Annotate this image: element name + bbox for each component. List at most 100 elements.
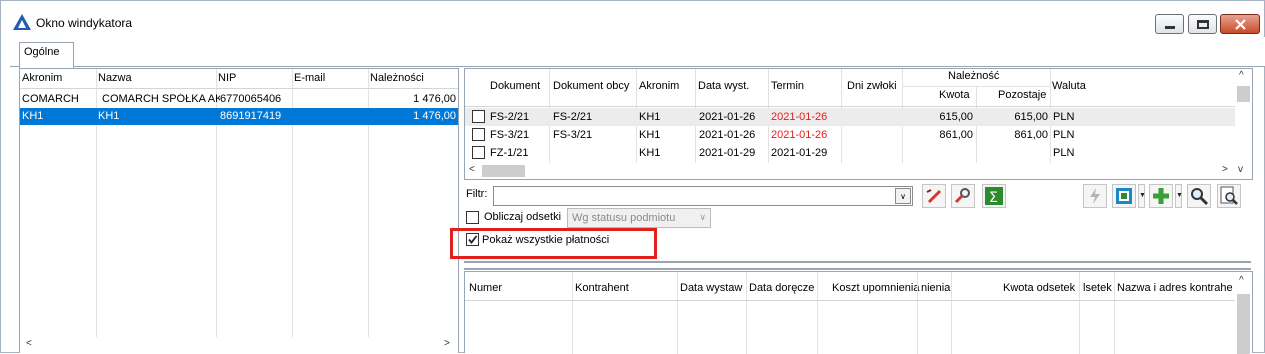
- table-row[interactable]: FS-2/21 FS-2/21 KH1 2021-01-26 2021-01-2…: [465, 108, 1235, 126]
- clear-filter-button[interactable]: [922, 184, 946, 208]
- table-row[interactable]: COMARCH COMARCH SPÓŁKA AKC 6770065406 1 …: [20, 90, 458, 107]
- minimize-button[interactable]: [1155, 14, 1184, 34]
- column-header-waluta[interactable]: Waluta: [1052, 80, 1086, 92]
- filter-label: Filtr:: [466, 188, 488, 200]
- cell-akronim: KH1: [639, 111, 661, 123]
- cell-data-wyst: 2021-01-26: [699, 111, 756, 123]
- cell-dokument-obcy: FS-3/21: [553, 129, 593, 141]
- lightning-button[interactable]: [1083, 184, 1107, 208]
- column-header-naleznosc[interactable]: Należność: [948, 70, 999, 82]
- cell-nazwa: COMARCH SPÓŁKA AKC: [102, 93, 220, 105]
- cell-kwota: 861,00: [939, 129, 973, 141]
- row-checkbox[interactable]: [472, 110, 485, 123]
- scroll-down-icon[interactable]: v: [1238, 164, 1243, 175]
- clear-filter-icon: [926, 189, 942, 204]
- cell-akronim: COMARCH: [22, 93, 79, 105]
- filter-builder-button[interactable]: [951, 184, 975, 208]
- scroll-left-icon[interactable]: <: [26, 338, 32, 349]
- scroll-left-icon[interactable]: <: [469, 164, 475, 175]
- column-header-akronim[interactable]: Akronim: [639, 80, 679, 92]
- table-row-selected[interactable]: KH1 KH1 8691917419 1 476,00: [20, 108, 458, 125]
- lightning-icon: [1090, 188, 1100, 204]
- preview-icon: [1220, 186, 1238, 205]
- horizontal-scrollbar[interactable]: < > v: [465, 163, 1252, 179]
- sum-button[interactable]: Σ: [982, 184, 1006, 208]
- cell-pozostaje: 861,00: [1014, 129, 1048, 141]
- preview-button[interactable]: [1217, 184, 1241, 208]
- cell-termin: 2021-01-26: [771, 111, 828, 123]
- column-header-data-wystawienia[interactable]: Data wystaw: [680, 282, 742, 294]
- row-checkbox[interactable]: [472, 146, 485, 159]
- cell-waluta: PLN: [1053, 111, 1075, 123]
- column-header-nazwa[interactable]: Nazwa: [98, 72, 132, 84]
- column-header-kwota-odsetek[interactable]: Kwota odsetek: [1003, 282, 1075, 294]
- generate-icon: [1116, 188, 1132, 204]
- column-header-dokument-obcy[interactable]: Dokument obcy: [553, 80, 629, 92]
- cell-nazwa: KH1: [98, 110, 120, 122]
- highlight-frame: [450, 228, 657, 259]
- cell-akronim: KH1: [639, 147, 661, 159]
- chevron-down-icon[interactable]: ∨: [895, 188, 911, 204]
- column-header-kwota[interactable]: Kwota: [939, 89, 970, 101]
- maximize-button[interactable]: [1188, 14, 1217, 34]
- column-header-kontrahent[interactable]: Kontrahent: [575, 282, 629, 294]
- cell-termin: 2021-01-26: [771, 129, 828, 141]
- svg-text:Σ: Σ: [989, 190, 998, 206]
- vertical-scrollbar[interactable]: ^: [1235, 272, 1252, 354]
- interest-mode-select[interactable]: Wg statusu podmiotu ∨: [567, 208, 711, 228]
- window-title: Okno windykatora: [36, 16, 133, 30]
- filter-input[interactable]: ∨: [493, 186, 913, 206]
- column-header-upomnienia[interactable]: nienia: [921, 282, 950, 294]
- add-dropdown[interactable]: ▼: [1175, 184, 1183, 208]
- search-icon: [1191, 188, 1209, 206]
- panel-splitter[interactable]: [464, 261, 1251, 270]
- scroll-right-icon[interactable]: >: [1222, 164, 1228, 175]
- column-header-email[interactable]: E-mail: [294, 72, 325, 84]
- search-button[interactable]: [1187, 184, 1211, 208]
- row-checkbox[interactable]: [472, 128, 485, 141]
- vertical-scrollbar[interactable]: ^: [1235, 69, 1252, 163]
- column-header-dokument[interactable]: Dokument: [490, 80, 540, 92]
- maximize-icon: [1197, 20, 1209, 29]
- cell-nip: 6770065406: [220, 93, 282, 105]
- table-row[interactable]: FS-3/21 FS-3/21 KH1 2021-01-26 2021-01-2…: [465, 126, 1235, 144]
- interest-mode-value: Wg statusu podmiotu: [572, 212, 676, 224]
- column-header-nazwa-adres[interactable]: Nazwa i adres kontrahe: [1117, 282, 1235, 294]
- cell-pozostaje: 615,00: [1014, 111, 1048, 123]
- cell-termin: 2021-01-29: [771, 147, 828, 159]
- cell-nip: 8691917419: [220, 110, 282, 122]
- cell-dokument: FS-2/21: [490, 111, 530, 123]
- tab-ogolne[interactable]: Ogólne: [19, 42, 74, 68]
- add-button[interactable]: [1149, 184, 1173, 208]
- scroll-thumb[interactable]: [1237, 86, 1250, 102]
- column-header-odsetek[interactable]: lsetek: [1083, 282, 1112, 294]
- column-header-termin[interactable]: Termin: [771, 80, 804, 92]
- table-row[interactable]: FZ-1/21 KH1 2021-01-29 2021-01-29 PLN: [465, 144, 1235, 162]
- column-header-data-doreczenia[interactable]: Data doręcze: [749, 282, 814, 294]
- column-header-akronim[interactable]: Akronim: [22, 72, 62, 84]
- column-header-numer[interactable]: Numer: [469, 282, 502, 294]
- column-header-nip[interactable]: NIP: [218, 72, 236, 84]
- column-header-naleznosci[interactable]: Należności: [370, 72, 424, 84]
- scroll-up-icon[interactable]: ^: [1239, 70, 1244, 81]
- generate-button[interactable]: [1112, 184, 1136, 208]
- column-header-koszt-upomnienia[interactable]: Koszt upomnienia: [832, 282, 919, 294]
- add-icon: [1153, 188, 1169, 204]
- filter-builder-icon: [954, 188, 970, 204]
- scroll-thumb[interactable]: [482, 165, 525, 177]
- chevron-down-icon: ∨: [699, 212, 706, 222]
- column-header-dni-zwloki[interactable]: Dni zwłoki: [847, 80, 897, 92]
- scroll-up-icon[interactable]: ^: [1239, 275, 1244, 286]
- horizontal-scrollbar[interactable]: < >: [20, 337, 458, 353]
- tab-strip: Ogólne: [10, 37, 1265, 68]
- cell-dokument: FS-3/21: [490, 129, 530, 141]
- scroll-right-icon[interactable]: >: [444, 338, 450, 349]
- cell-dokument-obcy: FS-2/21: [553, 111, 593, 123]
- scroll-thumb[interactable]: [1237, 294, 1250, 354]
- column-header-pozostaje[interactable]: Pozostaje: [998, 89, 1046, 101]
- column-header-data-wyst[interactable]: Data wyst.: [698, 80, 749, 92]
- collector-window: Okno windykatora Ogólne Akronim Nazwa NI…: [0, 0, 1265, 354]
- generate-dropdown[interactable]: ▼: [1138, 184, 1146, 208]
- interest-checkbox[interactable]: [466, 211, 479, 224]
- close-button[interactable]: [1220, 14, 1260, 34]
